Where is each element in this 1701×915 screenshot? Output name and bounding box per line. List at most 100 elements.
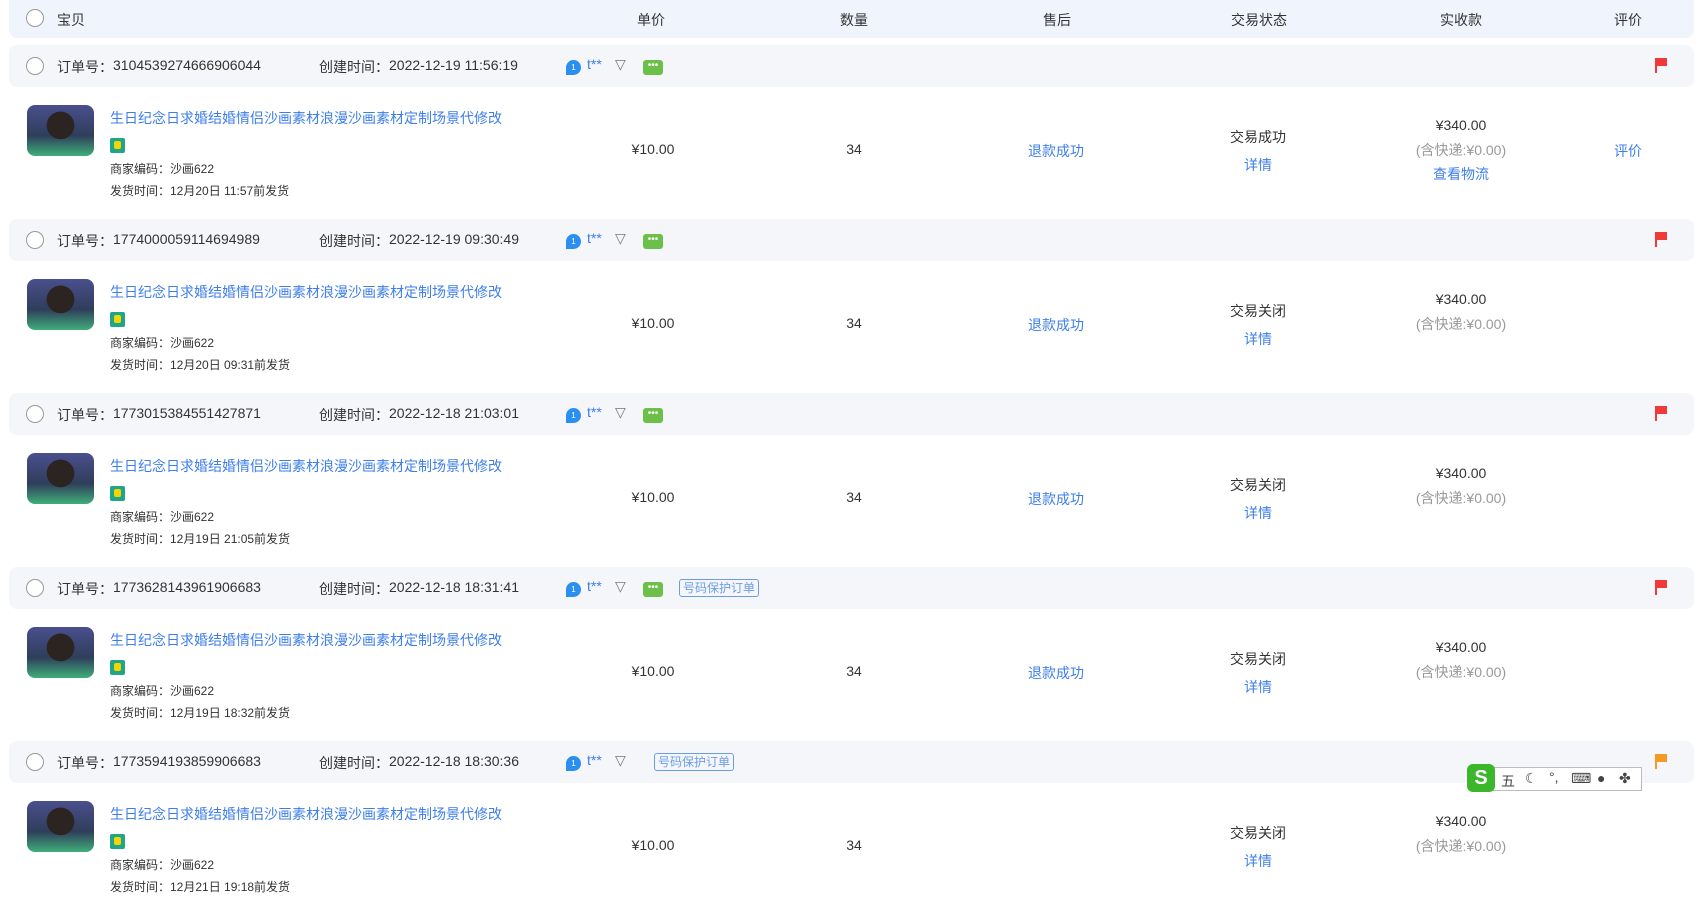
ship-time-label: 发货时间： — [110, 706, 171, 720]
product-badge-icon — [110, 138, 125, 153]
number-protect-tag: 号码保护订单 — [679, 579, 760, 597]
product-badge-icon — [110, 834, 125, 849]
filter-icon[interactable]: ▽ — [615, 230, 626, 247]
product-thumbnail[interactable] — [27, 801, 94, 852]
created-label: 创建时间： — [319, 233, 389, 249]
merchant-code-label: 商家编码： — [110, 336, 171, 350]
created-label: 创建时间： — [319, 755, 389, 771]
wangwang-icon[interactable]: 1 — [566, 582, 581, 597]
product-title[interactable]: 生日纪念日求婚结婚情侣沙画素材浪漫沙画素材定制场景代修改 — [110, 804, 502, 824]
details-link[interactable]: 详情 — [1244, 329, 1272, 349]
unit-price: ¥10.00 — [631, 837, 675, 853]
merchant-code: 沙画622 — [170, 336, 215, 350]
sogou-logo-icon[interactable]: S — [1467, 764, 1495, 792]
created-time: 2022-12-18 21:03:01 — [389, 405, 519, 421]
merchant-code: 沙画622 — [170, 858, 215, 872]
keyboard-icon[interactable]: ⌨ — [1571, 770, 1591, 787]
received-amount: ¥340.00 — [1435, 813, 1487, 829]
moon-icon[interactable]: ☾ — [1525, 770, 1538, 787]
message-icon[interactable]: ••• — [643, 408, 663, 423]
order-checkbox[interactable] — [26, 579, 44, 597]
wangwang-icon[interactable]: 1 — [566, 756, 581, 771]
punctuation-icon[interactable]: °, — [1549, 769, 1559, 785]
product-title[interactable]: 生日纪念日求婚结婚情侣沙画素材浪漫沙画素材定制场景代修改 — [110, 108, 502, 128]
product-title[interactable]: 生日纪念日求婚结婚情侣沙画素材浪漫沙画素材定制场景代修改 — [110, 456, 502, 476]
flag-icon[interactable] — [1655, 406, 1667, 421]
buyer-name[interactable]: t** — [587, 752, 602, 768]
after-sale-status[interactable]: 退款成功 — [1028, 141, 1084, 161]
unit-price: ¥10.00 — [631, 141, 675, 157]
buyer-name[interactable]: t** — [587, 230, 602, 246]
product-thumbnail[interactable] — [27, 105, 94, 156]
wangwang-icon[interactable]: 1 — [566, 234, 581, 249]
order-block: 订单号： 1773628143961906683 创建时间： 2022-12-1… — [0, 567, 1701, 741]
shipping-fee: (含快递:¥0.00) — [1415, 838, 1507, 854]
buyer-name[interactable]: t** — [587, 56, 602, 72]
table-header: 宝贝 单价 数量 售后 交易状态 实收款 评价 — [9, 0, 1694, 38]
after-sale-status[interactable]: 退款成功 — [1028, 489, 1084, 509]
message-icon[interactable]: ••• — [643, 60, 663, 75]
buyer-name[interactable]: t** — [587, 578, 602, 594]
shipping-fee: (含快递:¥0.00) — [1415, 142, 1507, 158]
ship-time: 12月19日 21:05前发货 — [170, 532, 291, 546]
flag-icon[interactable] — [1655, 58, 1667, 73]
filter-icon[interactable]: ▽ — [615, 404, 626, 421]
message-icon[interactable]: ••• — [643, 582, 663, 597]
merchant-code: 沙画622 — [170, 510, 215, 524]
unit-price: ¥10.00 — [631, 489, 675, 505]
wangwang-icon[interactable]: 1 — [566, 408, 581, 423]
product-thumbnail[interactable] — [27, 279, 94, 330]
details-link[interactable]: 详情 — [1244, 155, 1272, 175]
header-received: 实收款 — [1440, 12, 1482, 28]
wangwang-icon[interactable]: 1 — [566, 60, 581, 75]
order-number-label: 订单号： — [57, 755, 113, 771]
user-icon[interactable]: ● — [1597, 770, 1605, 786]
ime-mode[interactable]: 五 — [1501, 771, 1515, 791]
created-time: 2022-12-18 18:30:36 — [389, 753, 519, 769]
product-title[interactable]: 生日纪念日求婚结婚情侣沙画素材浪漫沙画素材定制场景代修改 — [110, 630, 502, 650]
flag-icon[interactable] — [1655, 232, 1667, 247]
order-checkbox[interactable] — [26, 753, 44, 771]
ship-time-label: 发货时间： — [110, 532, 171, 546]
review-link[interactable]: 评价 — [1614, 141, 1642, 161]
message-icon[interactable]: ••• — [643, 234, 663, 249]
product-title[interactable]: 生日纪念日求婚结婚情侣沙画素材浪漫沙画素材定制场景代修改 — [110, 282, 502, 302]
filter-icon[interactable]: ▽ — [615, 752, 626, 769]
created-time: 2022-12-19 11:56:19 — [389, 57, 518, 73]
order-checkbox[interactable] — [26, 231, 44, 249]
details-link[interactable]: 详情 — [1244, 503, 1272, 523]
after-sale-status[interactable]: 退款成功 — [1028, 315, 1084, 335]
created-label: 创建时间： — [319, 59, 389, 75]
buyer-name[interactable]: t** — [587, 404, 602, 420]
filter-icon[interactable]: ▽ — [615, 56, 626, 73]
quantity: 34 — [846, 837, 862, 853]
apps-icon[interactable]: ✤ — [1619, 770, 1631, 787]
shipping-fee: (含快递:¥0.00) — [1415, 316, 1507, 332]
received-amount: ¥340.00 — [1435, 291, 1487, 307]
details-link[interactable]: 详情 — [1244, 677, 1272, 697]
details-link[interactable]: 详情 — [1244, 851, 1272, 871]
order-number: 1773628143961906683 — [113, 579, 261, 595]
flag-icon[interactable] — [1655, 580, 1667, 595]
order-block: 订单号： 1773594193859906683 创建时间： 2022-12-1… — [0, 741, 1701, 915]
ship-time: 12月20日 11:57前发货 — [170, 184, 290, 198]
created-time: 2022-12-18 18:31:41 — [389, 579, 519, 595]
ime-toolbar[interactable]: S 五 ☾ °, ⌨ ● ✤ — [1467, 764, 1642, 792]
trade-status: 交易关闭 — [1230, 825, 1286, 841]
received-amount: ¥340.00 — [1435, 639, 1487, 655]
quantity: 34 — [846, 315, 862, 331]
merchant-code-label: 商家编码： — [110, 162, 171, 176]
order-block: 订单号： 3104539274666906044 创建时间： 2022-12-1… — [0, 45, 1701, 219]
product-thumbnail[interactable] — [27, 627, 94, 678]
after-sale-status[interactable]: 退款成功 — [1028, 663, 1084, 683]
ship-time-label: 发货时间： — [110, 358, 171, 372]
order-checkbox[interactable] — [26, 405, 44, 423]
order-checkbox[interactable] — [26, 57, 44, 75]
select-all-checkbox[interactable] — [26, 9, 44, 27]
trade-status: 交易成功 — [1230, 129, 1286, 145]
product-thumbnail[interactable] — [27, 453, 94, 504]
header-after-sale: 售后 — [1043, 12, 1071, 28]
filter-icon[interactable]: ▽ — [615, 578, 626, 595]
flag-icon[interactable] — [1655, 754, 1667, 769]
logistics-link[interactable]: 查看物流 — [1433, 164, 1489, 184]
